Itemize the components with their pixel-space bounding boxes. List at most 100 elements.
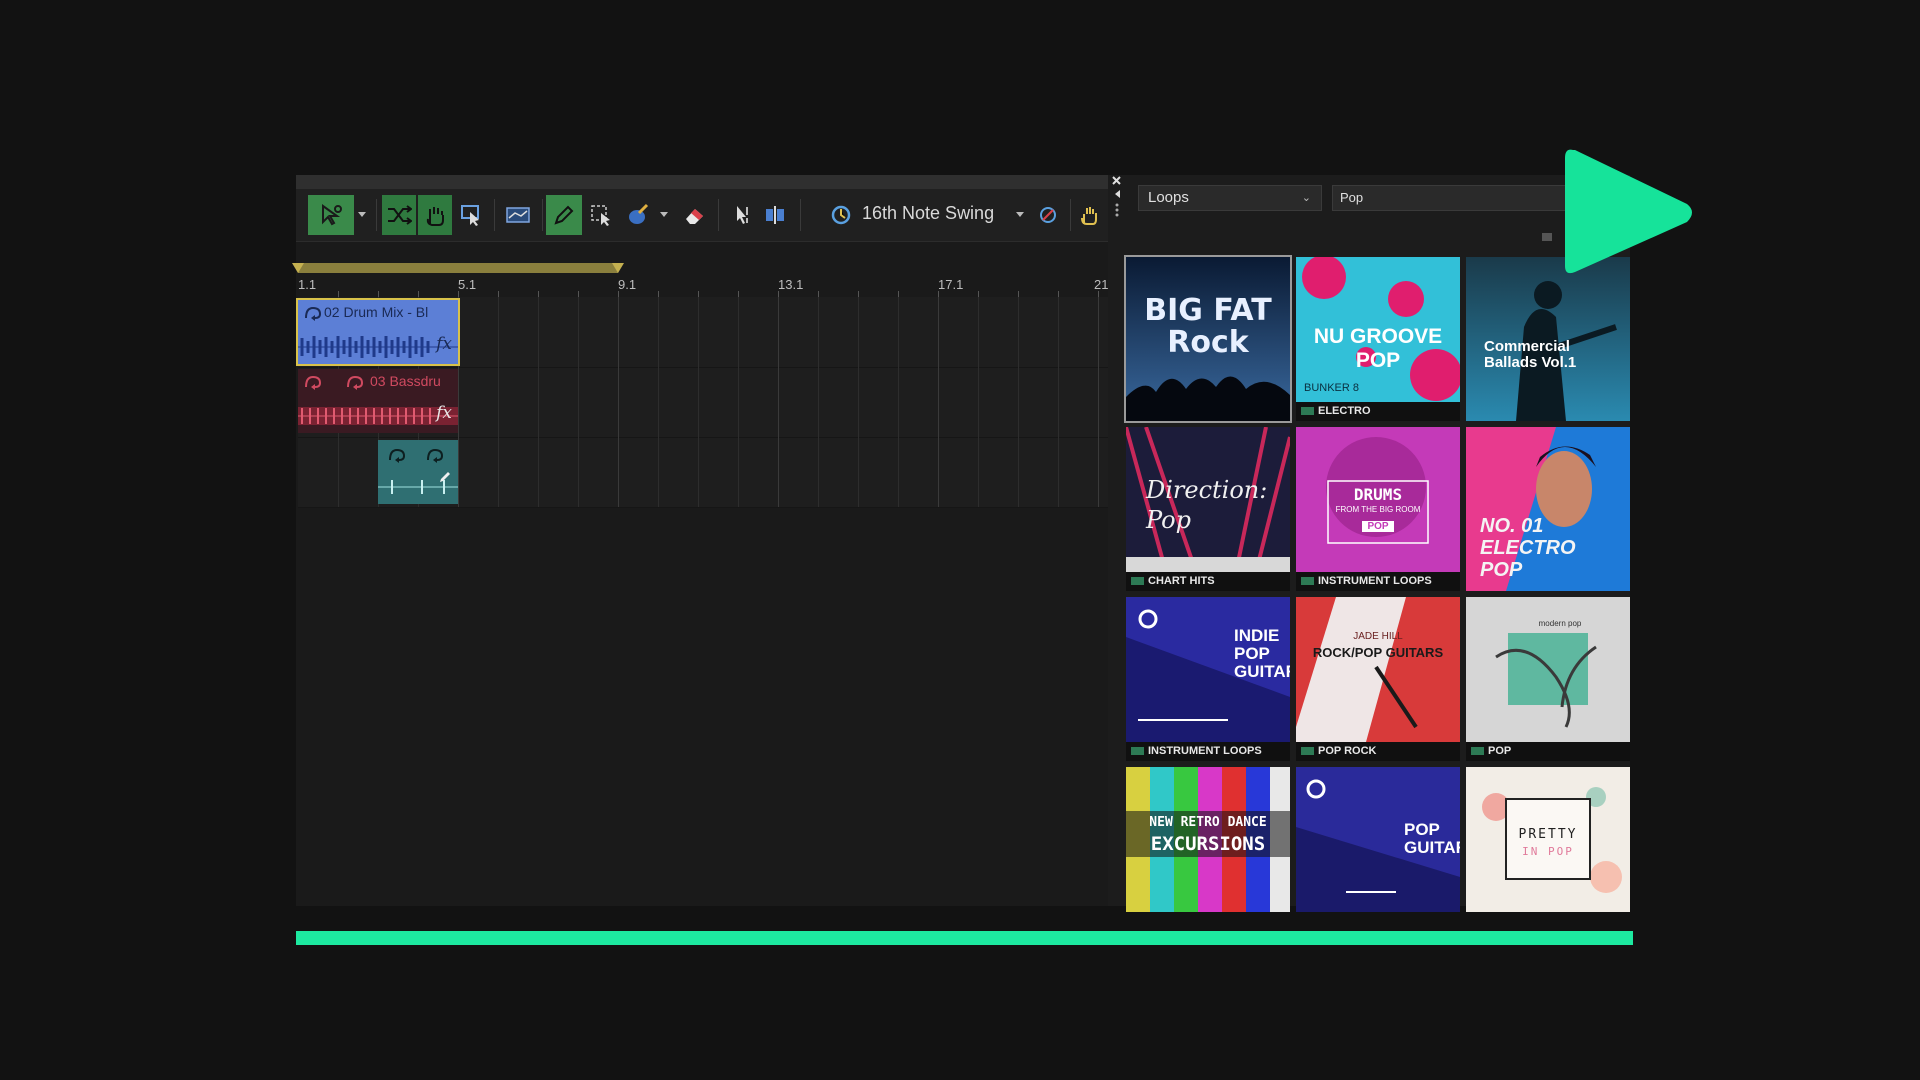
track-area[interactable]: 02 Drum Mix - Bl fx 03 Bassdru fx [296,297,1108,508]
close-icon[interactable] [1110,175,1124,235]
pack-subtitle: JADE HILL [1353,631,1403,642]
paint-tool-button[interactable] [620,195,656,235]
play-icon[interactable] [1555,142,1700,282]
percussion-clip[interactable] [378,440,458,504]
ruler-label: 9.1 [618,277,637,292]
ruler-tick [418,291,419,297]
pack-tile[interactable]: Direction: Pop CHART HITS [1126,427,1290,591]
grid-line [778,297,779,507]
chevron-down-icon [660,212,668,217]
pack-subtitle: EXCURSIONS [1150,833,1266,855]
pencil-icon [554,205,574,225]
groove-settings-button[interactable] [1032,195,1064,235]
pack-tile[interactable]: modern pop POP [1466,597,1630,761]
ruler-tick [498,291,499,297]
eraser-icon [686,209,703,224]
ruler-tick [658,291,659,297]
pack-title: DRUMS [1353,485,1403,504]
ruler-tick [618,291,619,297]
rock-pop-guitars-art [1296,597,1460,742]
pack-title: INDIE POP GUITAR [1234,626,1290,681]
pack-title: NEW RETRO DANCE [1149,815,1267,830]
pack-tile[interactable]: POP GUITAR [1296,767,1460,931]
video-progress-bar[interactable] [296,931,1633,945]
selection-tool-button[interactable] [584,195,618,235]
pack-tile[interactable]: NO. 01 ELECTRO POP [1466,427,1630,591]
marquee-select-icon [591,205,610,226]
loop-icon [347,375,364,390]
grid-line [618,297,619,507]
pack-title: BIG FAT Rock [1144,293,1272,360]
select-cursor-icon [461,205,479,226]
normal-edit-tool-button[interactable] [308,195,354,235]
ruler-tick [1018,291,1019,297]
ruler-tick [698,291,699,297]
grid-line [458,297,459,507]
ruler-tick [458,291,459,297]
pack-tile[interactable]: BIG FAT Rock [1124,255,1292,423]
groove-icon-button[interactable] [828,195,854,235]
loops-browser-panel: Loops ⌄ Pop BIG FAT Rock NU GROOVE POP B… [1108,175,1632,912]
ripple-tool-button[interactable] [418,195,452,235]
fx-icon[interactable]: fx [436,403,452,423]
time-select-tool-button[interactable] [454,195,488,235]
pack-title: ROCK/POP GUITARS [1312,645,1444,660]
ruler-tick [378,291,379,297]
loop-pack-grid: BIG FAT Rock NU GROOVE POP BUNKER 8 ELEC… [1124,255,1632,912]
ruler-tick [898,291,899,297]
view-toggle-icon[interactable] [1542,233,1552,241]
split-cursor-icon [737,206,748,224]
ruler-tick [738,291,739,297]
ruler-label: 5.1 [458,277,477,292]
pack-tile[interactable]: DRUMS FROM THE BIG ROOM POP INSTRUMENT L… [1296,427,1460,591]
pack-tile[interactable]: PRETTY IN POP [1466,767,1630,931]
pencil-cursor-icon [440,472,450,482]
groove-dropdown[interactable] [1012,195,1028,235]
draw-tool-button[interactable] [546,195,582,235]
split-tool-button[interactable] [724,195,758,235]
groove-edit-icon [1040,207,1056,223]
edit-tool-dropdown[interactable] [354,195,370,235]
pack-tile[interactable]: NU GROOVE POP BUNKER 8 ELECTRO [1296,257,1460,421]
pack-caption: ELECTRO [1296,402,1460,421]
panel-controls [1110,175,1124,235]
pack-caption: INSTRUMENT LOOPS [1296,572,1460,591]
ruler-tick [578,291,579,297]
ruler-tick [938,291,939,297]
pack-tile[interactable]: JADE HILL ROCK/POP GUITARS POP ROCK [1296,597,1460,761]
pack-title: modern pop [1538,619,1582,628]
ruler-tick [978,291,979,297]
snap-tool-button[interactable] [758,195,792,235]
loop-region-bar[interactable] [292,263,624,273]
grid-line [538,297,539,507]
grid-line [1098,297,1099,507]
chevron-down-icon [358,212,366,217]
pack-caption: INSTRUMENT LOOPS [1126,742,1290,761]
groove-select-label[interactable]: 16th Note Swing [862,203,994,224]
ruler-tick [538,291,539,297]
grid-line [898,297,899,507]
paint-tool-dropdown[interactable] [656,195,672,235]
pack-title: PRETTY [1518,827,1578,842]
loop-icon [305,306,322,321]
bassdrum-clip[interactable]: 03 Bassdru fx [298,369,458,433]
pack-tag: POP [1362,521,1394,532]
erase-tool-button[interactable] [678,195,712,235]
loop-icon [427,448,444,463]
overflow-tool-button[interactable] [1074,195,1104,235]
grid-line [698,297,699,507]
pack-tile[interactable]: NEW RETRO DANCE EXCURSIONS [1126,767,1290,931]
shuffle-tool-button[interactable] [382,195,416,235]
envelope-icon [506,207,530,223]
grid-line [1058,297,1059,507]
envelope-tool-button[interactable] [500,195,536,235]
drum-mix-clip[interactable]: 02 Drum Mix - Bl fx [296,298,460,366]
ruler-tick [858,291,859,297]
grid-line [858,297,859,507]
pack-tile[interactable]: INDIE POP GUITAR INSTRUMENT LOOPS [1126,597,1290,761]
category-select[interactable]: Loops ⌄ [1138,185,1322,211]
fx-icon[interactable]: fx [436,334,452,354]
groove-icon [831,205,851,225]
pack-subtitle: FROM THE BIG ROOM [1335,505,1421,514]
edit-toolbar: 16th Note Swing [296,189,1108,242]
